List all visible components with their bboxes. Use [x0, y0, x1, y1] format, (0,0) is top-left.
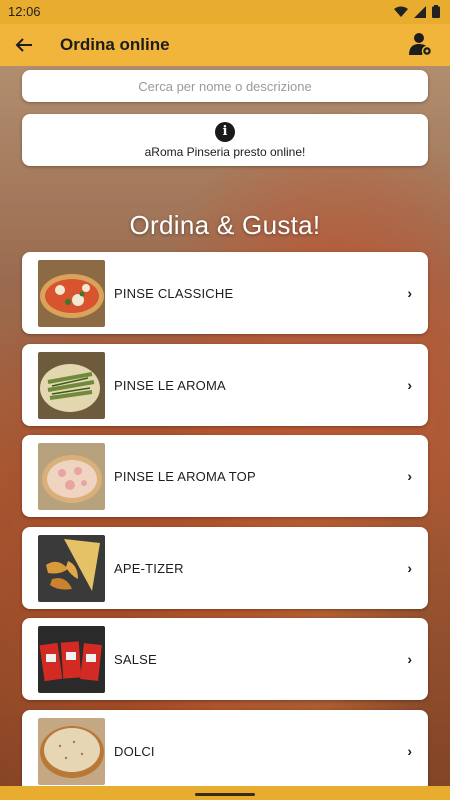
category-label: PINSE LE AROMA TOP: [114, 469, 256, 484]
info-icon: i: [215, 122, 235, 142]
category-thumbnail: [38, 352, 105, 419]
user-settings-icon: [409, 33, 433, 57]
category-thumbnail: [38, 443, 105, 510]
category-item-salse[interactable]: SALSE ›: [22, 618, 428, 700]
category-thumbnail: [38, 626, 105, 693]
category-label: APE-TIZER: [114, 561, 184, 576]
info-text: aRoma Pinseria presto online!: [144, 145, 306, 159]
chevron-right-icon: ›: [407, 743, 412, 759]
info-card: i aRoma Pinseria presto online!: [22, 114, 428, 166]
page-title: Ordina online: [60, 35, 170, 54]
category-item-dolci[interactable]: DOLCI ›: [22, 710, 428, 792]
category-item-pinse-le-aroma-top[interactable]: PINSE LE AROMA TOP ›: [22, 435, 428, 517]
hero-title: Ordina & Gusta!: [129, 210, 321, 240]
search-box[interactable]: [22, 70, 428, 102]
category-label: PINSE CLASSICHE: [114, 286, 234, 301]
arrow-left-icon: [15, 38, 32, 52]
chevron-right-icon: ›: [407, 285, 412, 301]
chevron-right-icon: ›: [407, 651, 412, 667]
app-bar: Ordina online: [0, 24, 450, 66]
search-input[interactable]: [22, 78, 428, 94]
home-gesture-handle[interactable]: [195, 793, 255, 796]
system-nav-bar: [0, 786, 450, 800]
user-settings-button[interactable]: [408, 31, 434, 57]
chevron-right-icon: ›: [407, 560, 412, 576]
category-item-ape-tizer[interactable]: APE-TIZER ›: [22, 527, 428, 609]
back-button[interactable]: [12, 33, 36, 57]
chevron-right-icon: ›: [407, 377, 412, 393]
status-time: 12:06: [8, 4, 41, 19]
category-thumbnail: [38, 260, 105, 327]
category-thumbnail: [38, 718, 105, 785]
signal-icon: [414, 5, 426, 18]
category-label: DOLCI: [114, 744, 155, 759]
status-bar: 12:06: [0, 0, 450, 24]
category-item-pinse-le-aroma[interactable]: PINSE LE AROMA ›: [22, 344, 428, 426]
category-item-pinse-classiche[interactable]: PINSE CLASSICHE ›: [22, 252, 428, 334]
status-icons: [394, 5, 440, 18]
category-label: SALSE: [114, 652, 157, 667]
battery-icon: [432, 5, 440, 18]
category-label: PINSE LE AROMA: [114, 378, 226, 393]
category-thumbnail: [38, 535, 105, 602]
chevron-right-icon: ›: [407, 468, 412, 484]
wifi-icon: [394, 6, 408, 17]
